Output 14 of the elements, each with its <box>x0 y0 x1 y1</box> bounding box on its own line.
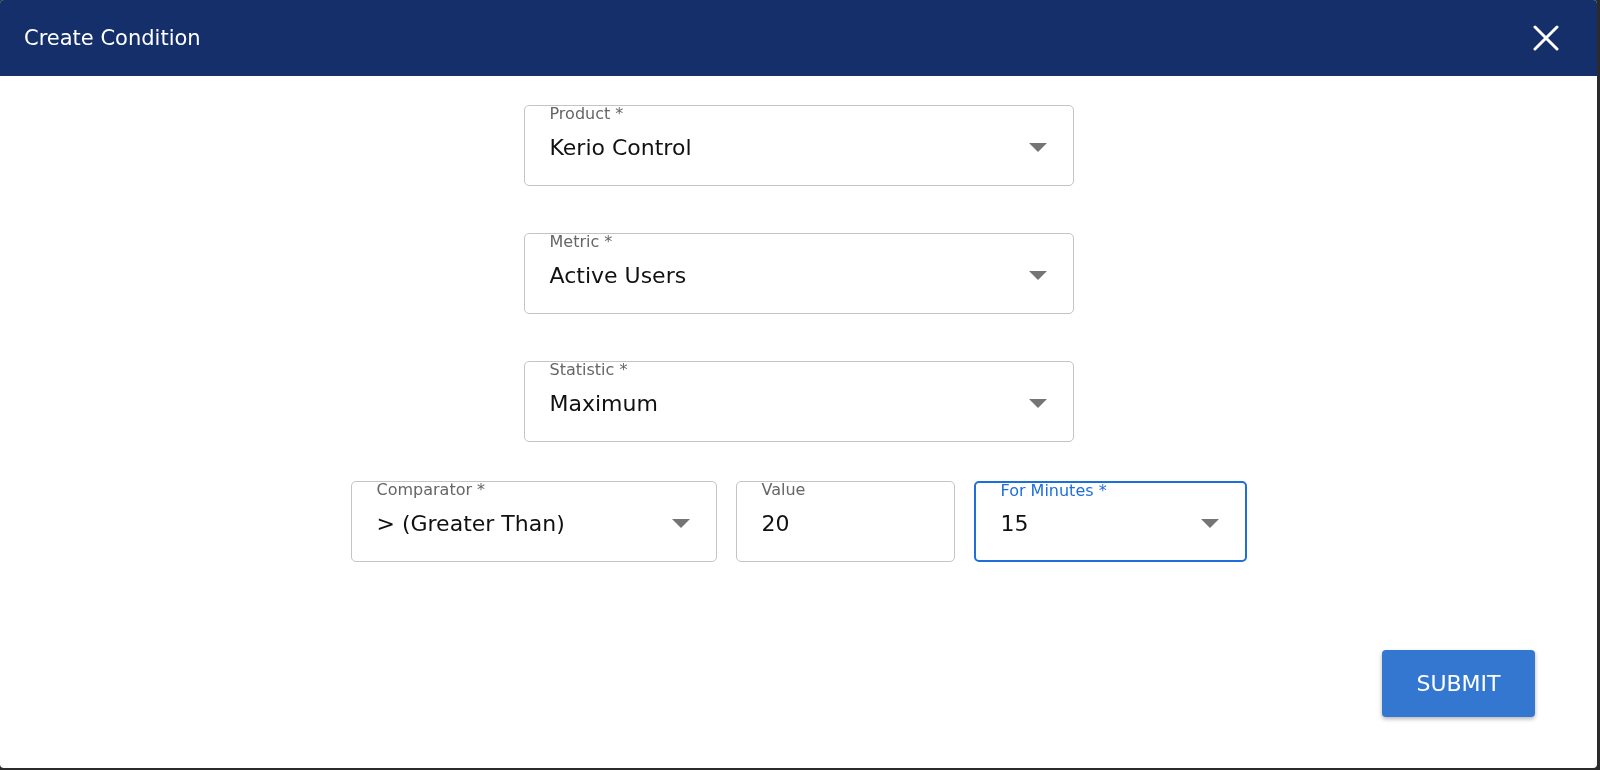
caret-icon <box>1028 399 1047 408</box>
caret-icon <box>1200 519 1219 528</box>
close-icon[interactable] <box>1533 25 1559 51</box>
caret-icon <box>671 519 690 528</box>
caret-icon <box>1028 143 1047 152</box>
select-field[interactable]: Statistic * Maximum <box>523 361 1074 442</box>
caret-icon <box>1028 271 1047 280</box>
submit-button[interactable]: SUBMIT <box>1382 650 1535 717</box>
input-field[interactable]: Value 20 <box>735 481 955 562</box>
select-field[interactable]: Product * Kerio Control <box>523 105 1074 186</box>
select-field[interactable]: Comparator * > (Greater Than) <box>350 481 717 562</box>
select-field[interactable]: For Minutes * 15 <box>973 481 1247 562</box>
dialog-title: Create Condition <box>24 26 201 50</box>
select-field[interactable]: Metric * Active Users <box>523 233 1074 314</box>
